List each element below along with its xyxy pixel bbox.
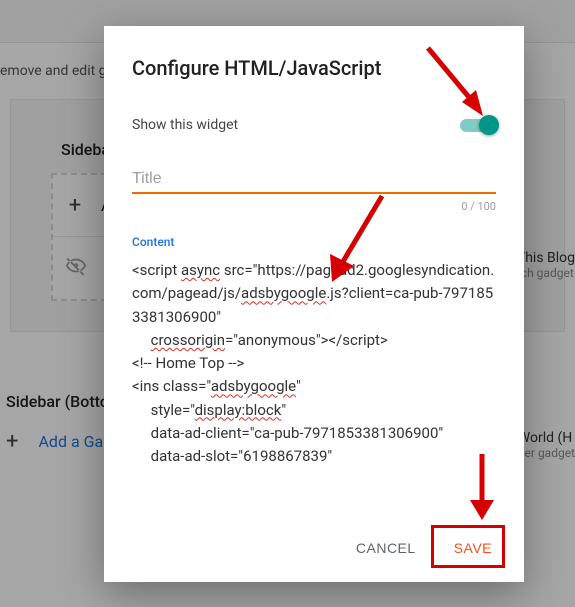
widget-title-input[interactable]: [132, 166, 496, 194]
bg-gadget-sub: rch gadget: [517, 266, 575, 280]
bg-gadget-title: World (H: [518, 430, 575, 446]
char-count: 0 / 100: [132, 200, 496, 213]
configure-widget-dialog: Configure HTML/JavaScript Show this widg…: [104, 26, 524, 582]
plus-icon: +: [6, 429, 18, 454]
widget-content-textarea[interactable]: <script async src="https://pagead2.googl…: [132, 259, 496, 488]
dialog-body-scroll[interactable]: Show this widget 0 / 100 Content <script…: [104, 98, 524, 518]
hidden-eye-icon: [65, 255, 87, 281]
toggle-knob: [479, 115, 499, 135]
show-widget-label: Show this widget: [132, 117, 238, 133]
dialog-title: Configure HTML/JavaScript: [104, 26, 524, 80]
bg-gadget-sub: der gadget: [518, 446, 575, 460]
content-label: Content: [132, 235, 496, 249]
show-widget-toggle[interactable]: [460, 116, 496, 134]
bg-gadget-title: This Blog: [517, 250, 575, 266]
save-button[interactable]: SAVE: [440, 532, 506, 564]
plus-icon: +: [65, 193, 85, 218]
cancel-button[interactable]: CANCEL: [342, 532, 430, 564]
dialog-actions: CANCEL SAVE: [104, 518, 524, 582]
